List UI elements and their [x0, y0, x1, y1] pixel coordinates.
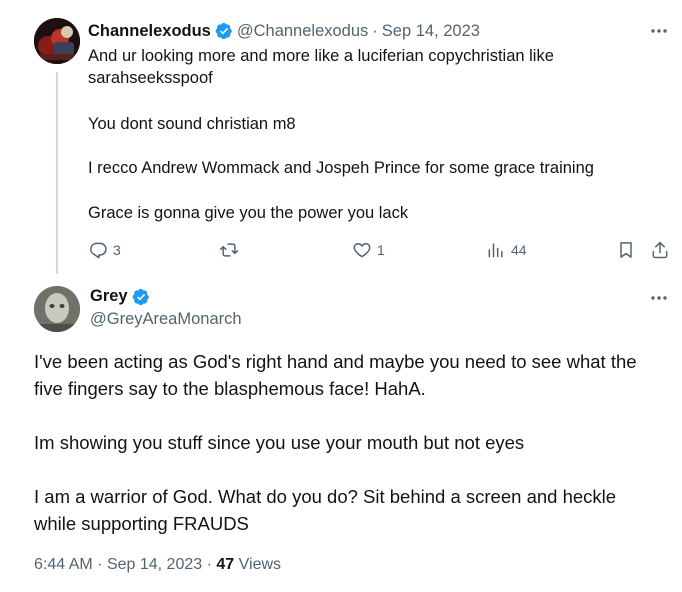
main-text-line-5: while supporting FRAUDS	[34, 513, 249, 534]
reply-header: Channelexodus @Channelexodus · Sep 14, 2…	[88, 20, 480, 42]
more-dots-icon	[651, 29, 667, 33]
main-text-line-3: Im showing you stuff since you use your …	[34, 432, 525, 453]
verified-badge-icon[interactable]	[215, 22, 233, 40]
thread-connector-line	[56, 72, 58, 274]
post-meta: 6:44 AM · Sep 14, 2023 · 47 Views	[34, 556, 281, 574]
separator-dot: ·	[372, 21, 378, 40]
separator-dot: ·	[97, 556, 103, 573]
main-text-line-1: I've been acting as God's right hand and…	[34, 351, 637, 372]
bookmark-icon	[620, 242, 632, 258]
author-name[interactable]: Grey	[90, 287, 128, 306]
views-label: Views	[238, 556, 282, 573]
analytics-icon	[488, 243, 503, 258]
reply-text-line-5: Grace is gonna give you the power you la…	[88, 204, 409, 222]
like-count: 1	[377, 242, 385, 258]
reply-text-line-2: sarahseeksspoof	[88, 69, 213, 87]
more-dots-icon	[651, 296, 667, 300]
reply-action-bar: 3 1 44	[88, 238, 682, 262]
post-time[interactable]: 6:44 AM	[34, 556, 93, 573]
avatar-image	[34, 18, 80, 64]
reply-text-line-4: I recco Andrew Wommack and Jospeh Prince…	[88, 159, 594, 177]
retweet-button[interactable]	[218, 238, 245, 262]
share-icon	[652, 241, 668, 259]
views-count: 44	[511, 242, 527, 258]
avatar-grey[interactable]	[34, 286, 80, 332]
author-handle[interactable]: @Channelexodus	[237, 22, 368, 41]
separator-dot: ·	[206, 556, 212, 573]
reply-text-line-3: You dont sound christian m8	[88, 115, 296, 133]
avatar-image	[34, 286, 80, 332]
post-date[interactable]: Sep 14, 2023	[382, 22, 480, 41]
reply-text-line-1: And ur looking more and more like a luci…	[88, 47, 554, 65]
post-date[interactable]: Sep 14, 2023	[107, 556, 202, 573]
retweet-icon	[219, 243, 239, 257]
author-name[interactable]: Channelexodus	[88, 22, 211, 41]
main-author-row: Grey	[90, 287, 150, 306]
reply-count: 3	[113, 242, 121, 258]
bookmark-button[interactable]	[616, 238, 636, 262]
heart-icon	[353, 243, 371, 258]
main-text-line-4: I am a warrior of God. What do you do? S…	[34, 486, 617, 507]
reply-icon	[90, 242, 107, 259]
views-button[interactable]: 44	[486, 238, 527, 262]
more-options-button[interactable]	[650, 295, 672, 305]
like-button[interactable]: 1	[352, 238, 385, 262]
views-count: 47	[216, 556, 235, 573]
share-button[interactable]	[650, 238, 670, 262]
avatar-channelexodus[interactable]	[34, 18, 80, 64]
more-options-button[interactable]	[650, 28, 672, 38]
author-handle[interactable]: @GreyAreaMonarch	[90, 310, 242, 329]
reply-button[interactable]: 3	[88, 238, 121, 262]
main-text-line-2: five fingers say to the blasphemous face…	[34, 378, 426, 399]
verified-badge-icon[interactable]	[132, 288, 150, 306]
